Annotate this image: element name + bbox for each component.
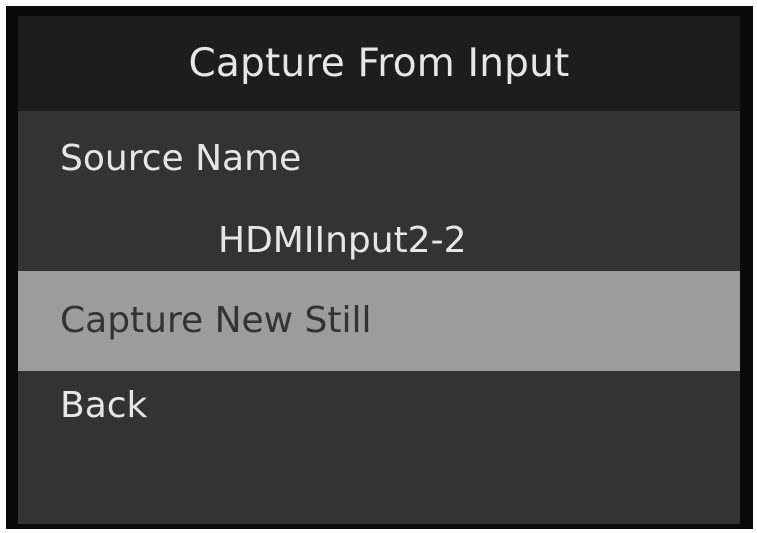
source-name-value[interactable]: HDMIInput2-2	[18, 216, 740, 266]
capture-new-still-menu-item[interactable]: Capture New Still	[18, 271, 740, 371]
source-name-label: Source Name	[60, 138, 302, 179]
back-menu-item[interactable]: Back	[18, 376, 740, 436]
page-title: Capture From Input	[18, 16, 740, 111]
device-screen: Capture From Input Source Name HDMIInput…	[6, 6, 753, 529]
menu-panel: Capture From Input Source Name HDMIInput…	[18, 16, 740, 524]
